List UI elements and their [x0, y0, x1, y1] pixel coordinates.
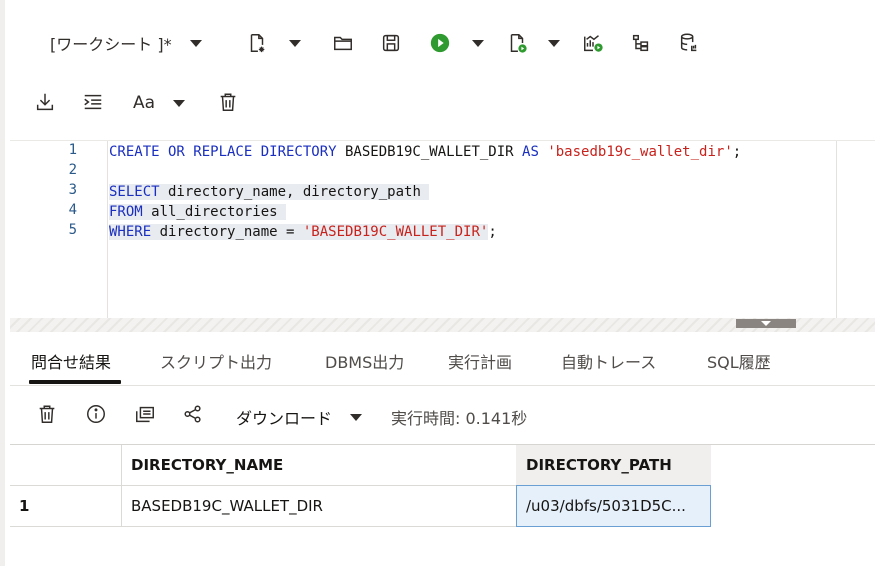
new-file-dropdown[interactable] [288, 38, 302, 48]
code-line-content: WHERE directory_name = 'BASEDB19C_WALLET… [109, 224, 489, 240]
autotrace-icon[interactable] [628, 30, 654, 56]
clear-icon[interactable] [215, 89, 241, 115]
new-file-icon[interactable] [244, 30, 270, 56]
info-icon[interactable] [83, 401, 109, 427]
table-cell-selected[interactable]: /u03/dbfs/5031D5C... [516, 485, 711, 527]
collapse-handle[interactable] [736, 319, 796, 328]
line-number-gutter: 1 2 3 4 5 [10, 141, 108, 319]
tab-dbms-output[interactable]: DBMS出力 [325, 349, 404, 373]
font-case-icon: Aa [133, 93, 156, 113]
results-tabs: 問合せ結果 スクリプト出力 DBMS出力 実行計画 自動トレース SQL履歴 [10, 332, 875, 386]
worksheet-selector[interactable]: [ワークシート ]* [50, 28, 202, 58]
results-grid: DIRECTORY_NAME DIRECTORY_PATH 1 BASEDB19… [10, 444, 875, 566]
trash-icon[interactable] [34, 401, 60, 427]
sql-string: 'BASEDB19C_WALLET_DIR' [302, 224, 489, 240]
sql-text: all_directories [142, 204, 287, 220]
sql-string: 'basedb19c_wallet_dir' [547, 144, 733, 160]
line-number: 5 [68, 222, 77, 238]
editor-toolbar: Aa [10, 80, 875, 140]
download-label: ダウンロード [236, 409, 333, 428]
sql-text: directory_name = [151, 224, 303, 240]
tab-script-output[interactable]: スクリプト出力 [160, 349, 272, 373]
code-area[interactable]: CREATE OR REPLACE DIRECTORY BASEDB19C_WA… [109, 141, 836, 319]
tab-explain-plan[interactable]: 実行計画 [448, 349, 512, 373]
line-number: 2 [68, 162, 77, 178]
line-number: 4 [68, 202, 77, 218]
sql-editor[interactable]: 1 2 3 4 5 CREATE OR REPLACE DIRECTORY BA… [10, 140, 875, 319]
editor-scrollbar[interactable] [836, 141, 875, 319]
database-icon[interactable] [676, 30, 702, 56]
tab-autotrace[interactable]: 自動トレース [561, 349, 656, 373]
code-line-content: FROM all_directories [109, 204, 287, 220]
single-record-view-icon[interactable] [132, 401, 158, 427]
run-dropdown[interactable] [471, 38, 485, 48]
sql-keyword: FROM [109, 204, 143, 220]
open-folder-icon[interactable] [330, 30, 356, 56]
code-line[interactable]: CREATE OR REPLACE DIRECTORY BASEDB19C_WA… [109, 142, 741, 162]
worksheet-label: [ワークシート ]* [50, 35, 172, 54]
row-number: 1 [19, 497, 30, 515]
explain-plan-icon[interactable] [580, 30, 606, 56]
run-script-dropdown[interactable] [547, 38, 561, 48]
line-number: 1 [68, 142, 77, 158]
run-statement-icon[interactable] [427, 30, 453, 56]
tab-query-result[interactable]: 問合せ結果 [31, 349, 111, 373]
code-line-content: SELECT directory_name, directory_path [109, 184, 430, 200]
chevron-down-icon [548, 39, 560, 47]
sql-worksheet-window: [ワークシート ]* Aa 1 2 3 4 5 CREATE OR REPLAC… [0, 0, 875, 566]
chevron-down-icon [761, 321, 771, 326]
sql-keyword: AS [522, 144, 539, 160]
download-icon[interactable] [32, 89, 58, 115]
column-header-directory-name[interactable]: DIRECTORY_NAME [131, 445, 283, 485]
sql-text: ; [488, 224, 497, 240]
code-line[interactable]: SELECT directory_name, directory_path [109, 182, 430, 202]
code-line[interactable]: FROM all_directories [109, 202, 287, 222]
chevron-down-icon [289, 39, 301, 47]
sql-text: BASEDB19C_WALLET_DIR [336, 144, 523, 160]
code-line[interactable]: WHERE directory_name = 'BASEDB19C_WALLET… [109, 222, 497, 242]
code-line-content: CREATE OR REPLACE DIRECTORY BASEDB19C_WA… [109, 144, 741, 160]
sql-text: ; [732, 144, 742, 160]
main-toolbar: [ワークシート ]* [10, 0, 875, 80]
format-icon[interactable] [80, 89, 106, 115]
results-toolbar: ダウンロード 実行時間: 0.141秒 [10, 386, 875, 444]
sql-keyword: SELECT [109, 184, 160, 200]
share-icon[interactable] [180, 401, 206, 427]
chevron-down-icon [189, 39, 202, 47]
chevron-down-icon [173, 99, 186, 107]
table-cell[interactable]: BASEDB19C_WALLET_DIR [131, 486, 323, 526]
column-header-directory-path[interactable]: DIRECTORY_PATH [526, 445, 672, 485]
sql-text: directory_name, directory_path [159, 184, 430, 200]
save-icon[interactable] [378, 30, 404, 56]
font-case-selector[interactable]: Aa [133, 92, 186, 114]
active-tab-indicator [29, 380, 121, 384]
grid-divider [121, 445, 122, 527]
chevron-down-icon [472, 39, 484, 47]
execution-time: 実行時間: 0.141秒 [391, 409, 528, 428]
chevron-down-icon [350, 413, 363, 421]
sql-keyword: CREATE OR REPLACE DIRECTORY [109, 144, 337, 160]
line-number: 3 [68, 182, 77, 198]
run-script-icon[interactable] [504, 30, 530, 56]
pane-splitter[interactable] [10, 318, 875, 332]
tab-sql-history[interactable]: SQL履歴 [707, 349, 771, 373]
download-selector[interactable]: ダウンロード [236, 405, 363, 429]
sql-keyword: WHERE [109, 224, 152, 240]
